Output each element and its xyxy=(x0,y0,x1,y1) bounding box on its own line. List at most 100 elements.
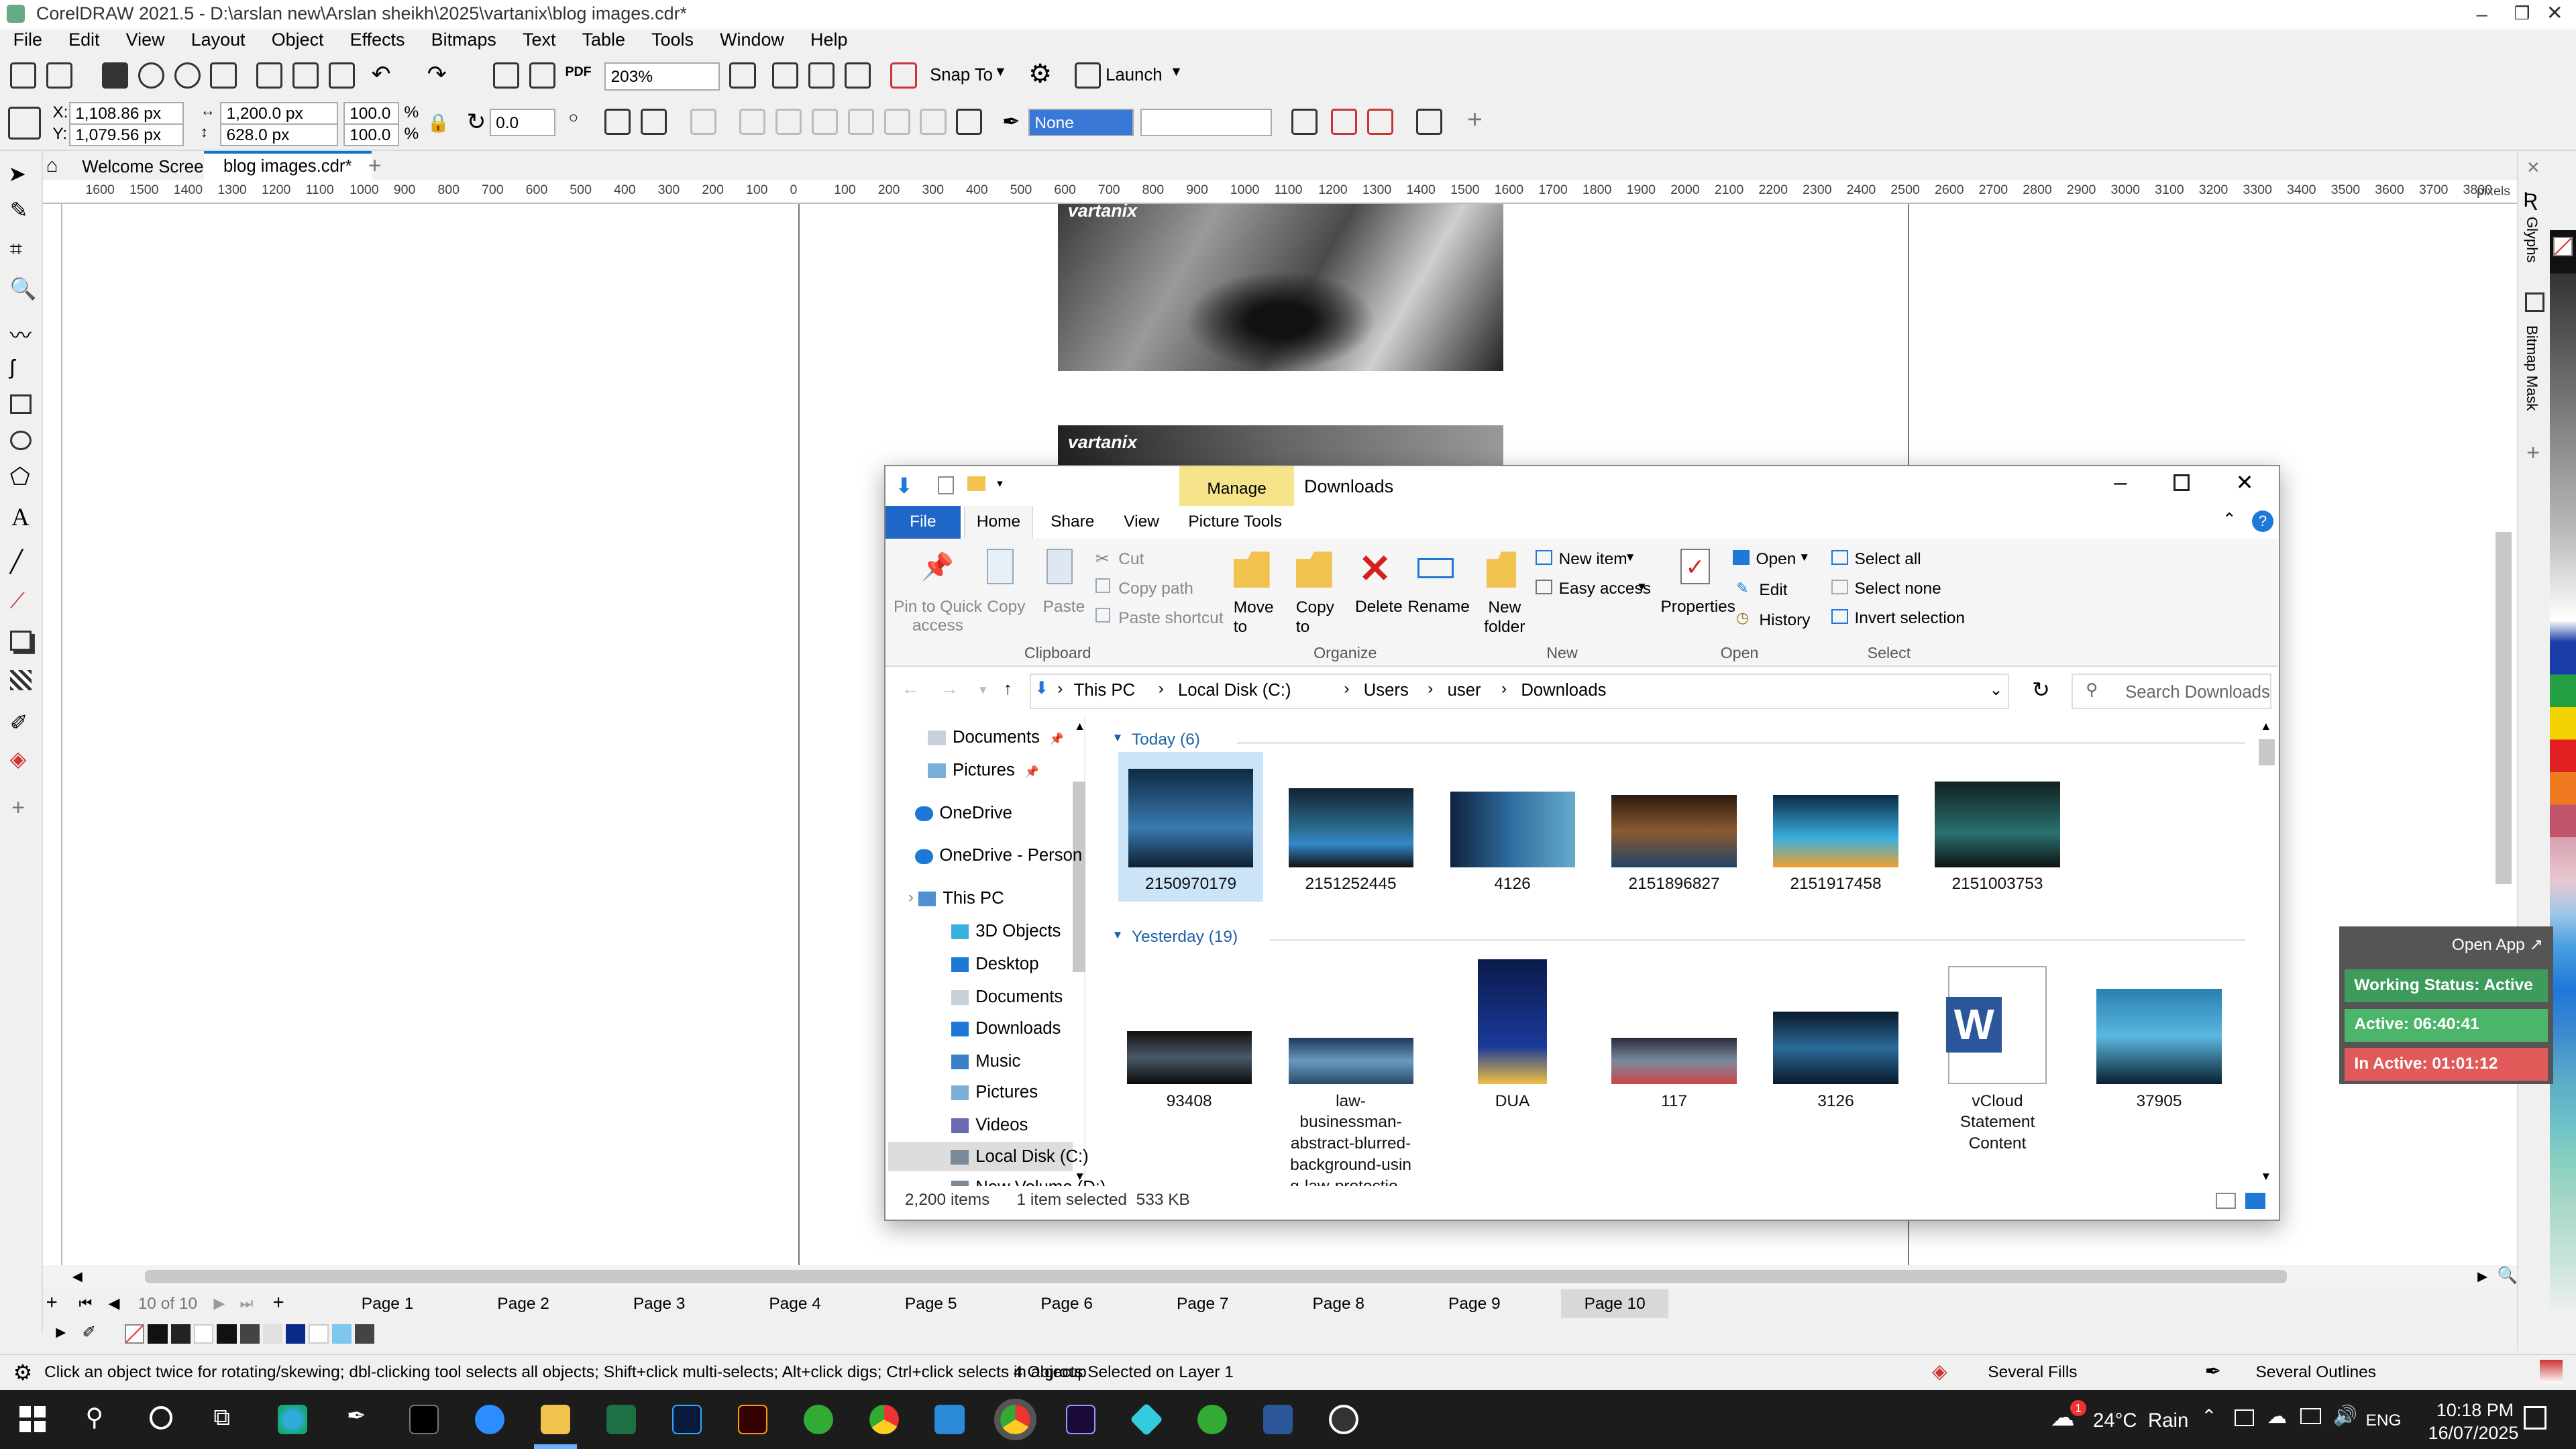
open-folder-icon[interactable] xyxy=(46,62,72,89)
page-tab[interactable]: Page 8 xyxy=(1289,1289,1387,1318)
prev-page-icon[interactable]: ◀ xyxy=(109,1295,120,1312)
manage-tab[interactable]: Manage xyxy=(1179,466,1295,506)
today-chevron-icon[interactable]: ▼ xyxy=(1112,731,1123,745)
nav-item[interactable]: Downloads xyxy=(951,1014,1061,1043)
transparency-icon[interactable] xyxy=(9,670,32,690)
swatch-navy[interactable] xyxy=(286,1324,306,1344)
swatch-white-2[interactable] xyxy=(309,1324,329,1344)
nav-item[interactable]: 3D Objects xyxy=(951,916,1061,946)
nav-item[interactable]: Videos xyxy=(951,1110,1028,1140)
open-chevron-icon[interactable]: ▼ xyxy=(1799,550,1810,564)
up-icon[interactable]: ↑ xyxy=(1004,680,1012,699)
group-icon[interactable] xyxy=(690,108,716,135)
back-icon[interactable]: ← xyxy=(902,680,919,699)
menu-effects[interactable]: Effects xyxy=(337,30,418,50)
add-page-right-icon[interactable]: + xyxy=(273,1291,284,1314)
this-pc-chevron-icon[interactable]: › xyxy=(908,888,914,907)
new-folder-button[interactable]: New folder xyxy=(1480,598,1529,637)
file-item[interactable]: 2150970179 xyxy=(1118,752,1263,902)
create-boundary-icon[interactable] xyxy=(956,108,983,135)
qa-chevron-icon[interactable]: ▾ xyxy=(997,476,1003,490)
save-icon[interactable] xyxy=(101,62,128,89)
list-scroll-down-icon[interactable]: ▼ xyxy=(2260,1169,2271,1183)
color-settings-icon[interactable] xyxy=(2540,1360,2563,1383)
launch-button[interactable]: Launch xyxy=(1106,66,1162,85)
canvas-image-2[interactable]: vartanix xyxy=(1058,425,1503,468)
nav-item[interactable]: Local Disk (C:) xyxy=(888,1141,1089,1171)
tray-cloud-icon[interactable]: ☁ xyxy=(2267,1405,2287,1428)
nav-item[interactable]: Desktop xyxy=(951,949,1039,979)
ribbon-tab-home[interactable]: Home xyxy=(964,505,1033,539)
crop-tool-icon[interactable]: ⌗ xyxy=(10,237,22,262)
snap-to-dropdown[interactable]: Snap To xyxy=(930,66,993,85)
open-button[interactable]: Open xyxy=(1756,550,1796,569)
nav-item[interactable]: OneDrive - Person xyxy=(914,841,1082,870)
next-page-icon[interactable]: ▶ xyxy=(213,1295,225,1312)
add-page-left-icon[interactable]: + xyxy=(46,1291,58,1314)
new-item-chevron-icon[interactable]: ▼ xyxy=(1625,550,1636,564)
forward-icon[interactable]: → xyxy=(941,680,959,699)
start-icon[interactable] xyxy=(19,1406,46,1433)
swatch-none[interactable] xyxy=(125,1324,145,1344)
tray-app-icon[interactable] xyxy=(2234,1409,2254,1426)
minimize-icon[interactable]: – xyxy=(2476,3,2487,26)
zoom-level-field[interactable]: 203% xyxy=(604,62,720,91)
fill-indicator-icon[interactable]: ◈ xyxy=(1932,1360,1947,1383)
no-wrap-icon[interactable] xyxy=(1366,108,1393,135)
weld-icon[interactable] xyxy=(775,108,802,135)
path-segment[interactable]: Downloads xyxy=(1521,681,1606,700)
show-guidelines-icon[interactable] xyxy=(844,62,871,89)
snap-off-icon[interactable] xyxy=(890,62,917,89)
color-palette[interactable] xyxy=(2549,229,2576,1315)
page-tab[interactable]: Page 5 xyxy=(882,1289,980,1318)
drop-shadow-icon[interactable] xyxy=(9,631,32,651)
copy-path-button[interactable]: Copy path xyxy=(1118,580,1193,598)
first-page-icon[interactable]: ⏮ xyxy=(79,1295,93,1312)
outline-indicator-icon[interactable]: ✒ xyxy=(2205,1360,2222,1383)
refresh-icon[interactable]: ↻ xyxy=(2032,677,2050,702)
invert-selection-button[interactable]: Invert selection xyxy=(1854,609,1965,628)
shape-tool-icon[interactable]: ✎ xyxy=(10,197,28,223)
mirror-vertical-icon[interactable] xyxy=(641,108,667,135)
page-tab[interactable]: Page 2 xyxy=(474,1289,572,1318)
tray-chevron-icon[interactable]: ⌃ xyxy=(2202,1406,2217,1427)
select-all-button[interactable]: Select all xyxy=(1854,550,1921,569)
scroll-left-icon[interactable]: ◀ xyxy=(72,1269,83,1285)
large-icons-view-icon[interactable] xyxy=(2245,1192,2265,1209)
horizontal-scrollbar[interactable]: ◀ ▶ 🔍 xyxy=(42,1265,2518,1288)
file-item[interactable]: 4126 xyxy=(1448,759,1576,895)
pin-icon[interactable]: 📌 xyxy=(1050,732,1064,745)
polygon-tool-icon[interactable]: ⬠ xyxy=(10,464,30,490)
object-origin-icon[interactable] xyxy=(8,107,42,140)
rotation-angle-field[interactable]: 0.0 xyxy=(489,108,555,137)
network-icon[interactable] xyxy=(2300,1407,2322,1425)
copy-icon[interactable] xyxy=(292,62,319,89)
ribbon-tab-picture-tools[interactable]: Picture Tools xyxy=(1177,506,1292,539)
chrome-profile-icon[interactable] xyxy=(994,1398,1036,1440)
cut-icon[interactable] xyxy=(256,62,283,89)
outline-pen-icon[interactable]: ✒ xyxy=(1002,109,1020,134)
illustrator-icon[interactable] xyxy=(737,1404,767,1434)
notifications-icon[interactable] xyxy=(2523,1406,2546,1430)
vertical-scrollbar[interactable] xyxy=(2495,532,2512,884)
docker-close-icon[interactable]: ✕ xyxy=(2526,158,2540,178)
menu-object[interactable]: Object xyxy=(258,30,337,50)
palette-no-color[interactable] xyxy=(2553,236,2573,257)
cloud-download-icon[interactable] xyxy=(174,62,201,89)
freehand-tool-icon[interactable]: 〰 xyxy=(10,319,32,350)
search-box[interactable]: ⚲ Search Downloads xyxy=(2071,673,2272,710)
swatch-sky[interactable] xyxy=(331,1324,352,1344)
page-tab[interactable]: Page 1 xyxy=(338,1289,436,1318)
explorer-maximize-icon[interactable] xyxy=(2173,474,2190,491)
clock-date[interactable]: 16/07/2025 xyxy=(2428,1423,2519,1444)
paste-shortcut-button[interactable]: Paste shortcut xyxy=(1118,609,1223,628)
file-item[interactable]: 2151252445 xyxy=(1287,759,1415,895)
glyphs-tab[interactable]: Glyphs xyxy=(2523,217,2540,263)
file-item[interactable]: law-businessman-abstract-blurred-backgro… xyxy=(1287,956,1415,1197)
menu-layout[interactable]: Layout xyxy=(178,30,258,50)
full-screen-icon[interactable] xyxy=(729,62,756,89)
address-dropdown-icon[interactable]: ⌄ xyxy=(1989,680,2003,700)
scroll-thumb[interactable] xyxy=(144,1270,2287,1283)
file-item[interactable]: 93408 xyxy=(1125,956,1253,1112)
file-item[interactable]: 2151917458 xyxy=(1772,759,1900,895)
